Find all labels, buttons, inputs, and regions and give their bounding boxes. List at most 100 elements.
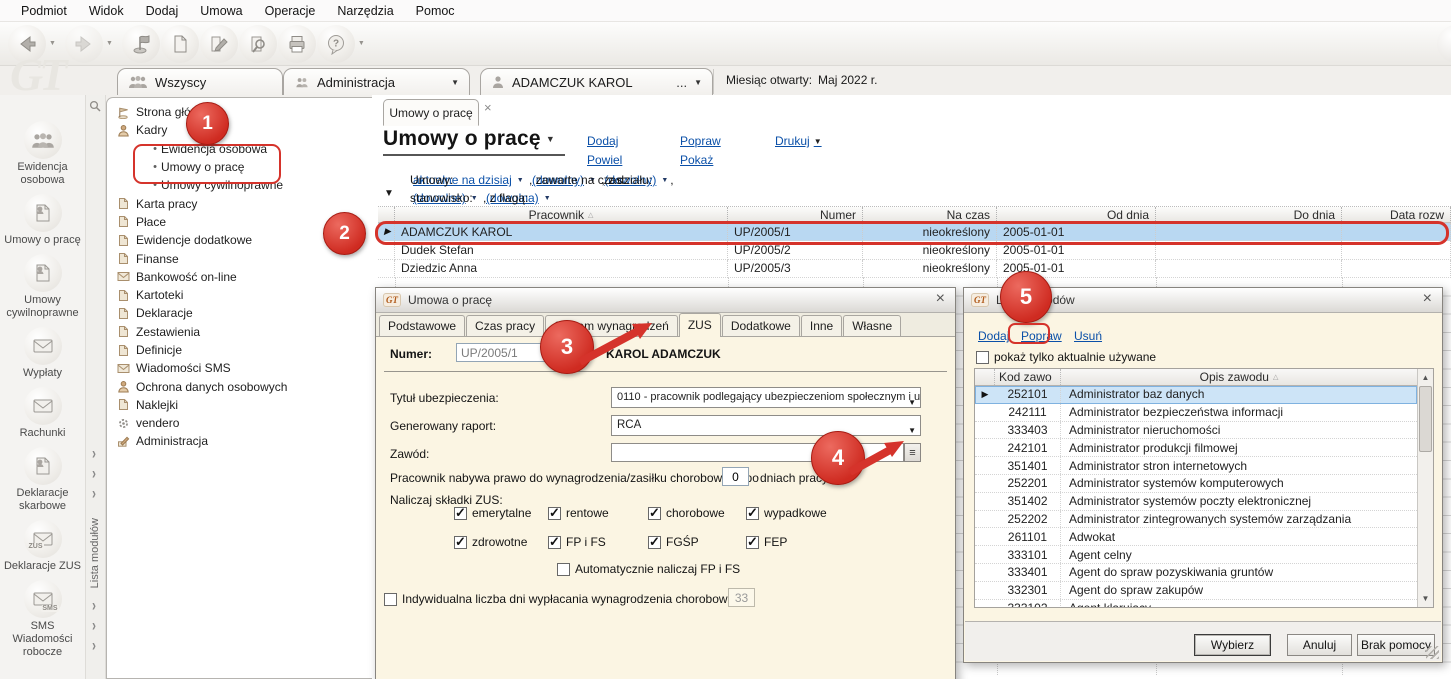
tab-administracja[interactable]: Administracja ▼ <box>283 68 470 95</box>
anuluj-button[interactable]: Anuluj <box>1287 634 1352 656</box>
tree-item[interactable]: Administracja <box>115 432 372 450</box>
filter-collapse-icon[interactable] <box>384 188 394 199</box>
tree-item[interactable]: Karta pracy <box>115 194 372 212</box>
tree-item[interactable]: Naklejki <box>115 396 372 414</box>
tree-item[interactable]: Deklaracje <box>115 304 372 322</box>
header-pracownik[interactable]: Pracownik <box>395 207 728 223</box>
profession-row[interactable]: 242101 Administrator produkcji filmowej <box>975 439 1417 457</box>
checkbox-icon[interactable] <box>548 507 561 520</box>
zawod-browse-button[interactable] <box>904 443 921 462</box>
forward-caret-icon[interactable]: ▼ <box>106 40 113 47</box>
header-od-dnia[interactable]: Od dnia <box>997 207 1156 223</box>
indywidualna-checkbox[interactable]: Indywidualna liczba dni wypłacania wynag… <box>384 592 751 606</box>
menu-item[interactable]: Podmiot <box>10 4 78 18</box>
menu-item[interactable]: Widok <box>78 4 135 18</box>
checkbox-icon[interactable] <box>548 536 561 549</box>
menu-item[interactable]: Operacje <box>254 4 327 18</box>
tree-item[interactable]: Ochrona danych osobowych <box>115 377 372 395</box>
raport-dropdown[interactable]: RCA <box>611 415 921 436</box>
profession-row[interactable]: 261101 Adwokat <box>975 528 1417 546</box>
tree-item[interactable]: vendero <box>115 414 372 432</box>
profession-row[interactable]: 333102 Agent klarujący <box>975 600 1417 608</box>
tab-dots[interactable]: ... <box>676 75 687 90</box>
module-item[interactable]: Umowy cywilnoprawne <box>1 254 85 320</box>
profession-row[interactable]: 351402 Administrator systemów poczty ele… <box>975 493 1417 511</box>
tree-item[interactable]: Kadry <box>115 121 372 139</box>
chevron-right-icon[interactable] <box>92 468 96 478</box>
auto-fp-fs-checkbox[interactable]: Automatycznie naliczaj FP i FS <box>557 562 740 576</box>
chevron-down-icon[interactable]: ▼ <box>451 78 459 87</box>
checkbox-icon[interactable] <box>384 593 397 606</box>
checkbox-icon[interactable] <box>976 351 989 364</box>
find-icon[interactable] <box>239 25 277 63</box>
checkbox-icon[interactable] <box>648 536 661 549</box>
scrollbar[interactable] <box>1417 369 1433 607</box>
drukuj-link[interactable]: Drukuj <box>775 134 822 148</box>
zus-checkbox-item[interactable]: FEP <box>746 535 856 549</box>
menu-item[interactable]: Umowa <box>189 4 253 18</box>
help-caret-icon[interactable]: ▼ <box>358 40 365 47</box>
header-opis-zawodu[interactable]: Opis zawodu <box>1061 369 1417 385</box>
chevron-right-icon[interactable] <box>92 488 96 498</box>
back-caret-icon[interactable]: ▼ <box>49 40 56 47</box>
lista-popraw-link[interactable]: Popraw <box>1021 329 1062 343</box>
help-icon[interactable]: ? <box>317 25 355 63</box>
profession-row[interactable]: 252202 Administrator zintegrowanych syst… <box>975 511 1417 529</box>
checkbox-icon[interactable] <box>746 536 759 549</box>
profession-row[interactable]: 332301 Agent do spraw zakupów <box>975 582 1417 600</box>
module-item[interactable]: Wypłaty <box>1 327 85 380</box>
popraw-link[interactable]: Popraw <box>680 134 721 148</box>
tree-item[interactable]: Umowy cywilnoprawne <box>115 176 372 194</box>
nabywa-days-field[interactable] <box>722 467 749 486</box>
flag-icon[interactable] <box>122 25 160 63</box>
pokaz-link[interactable]: Pokaż <box>680 153 713 167</box>
header-numer[interactable]: Numer <box>728 207 863 223</box>
zus-checkbox-item[interactable]: chorobowe <box>648 506 746 520</box>
header-na-czas[interactable]: Na czas <box>863 207 997 223</box>
dialog-tab[interactable]: Własne <box>843 315 901 336</box>
close-icon[interactable] <box>1423 290 1432 308</box>
checkbox-icon[interactable] <box>648 507 661 520</box>
forward-icon[interactable] <box>65 25 103 63</box>
module-item[interactable]: Umowy o pracę <box>1 194 85 247</box>
close-icon[interactable] <box>936 290 945 308</box>
print-icon[interactable] <box>278 25 316 63</box>
dodaj-link[interactable]: Dodaj <box>587 134 618 148</box>
table-row[interactable]: Dziedzic Anna UP/2005/3 nieokreślony 200… <box>378 260 1451 278</box>
tree-item[interactable]: Zestawienia <box>115 323 372 341</box>
resize-grip[interactable] <box>1426 646 1439 659</box>
dialog-title-bar[interactable]: GT Umowa o pracę <box>376 288 955 313</box>
header-kod-zawodu[interactable]: Kod zawo <box>995 369 1061 385</box>
profession-row[interactable]: 333403 Administrator nieruchomości <box>975 422 1417 440</box>
dialog-tab[interactable]: Inne <box>801 315 842 336</box>
page-title[interactable]: Umowy o pracę <box>383 127 565 156</box>
lista-dodaj-link[interactable]: Dodaj <box>978 329 1009 343</box>
zus-checkbox-item[interactable]: rentowe <box>548 506 648 520</box>
powiel-link[interactable]: Powiel <box>587 153 622 167</box>
module-item[interactable]: Ewidencja osobowa <box>1 121 85 187</box>
profession-row[interactable]: 333401 Agent do spraw pozyskiwania grunt… <box>975 564 1417 582</box>
tree-item[interactable]: Strona główna <box>115 103 372 121</box>
tab-adamczuk-karol[interactable]: ADAMCZUK KAROL ... ▼ <box>480 68 713 95</box>
scroll-down-icon[interactable] <box>1418 591 1433 606</box>
module-item[interactable]: Rachunki <box>1 387 85 440</box>
new-document-icon[interactable] <box>161 25 199 63</box>
checkbox-icon[interactable] <box>557 563 570 576</box>
header-data-rozw[interactable]: Data rozw <box>1342 207 1451 223</box>
brak-pomocy-button[interactable]: Brak pomocy <box>1357 634 1435 656</box>
dialog-tab[interactable]: Dodatkowe <box>722 315 800 336</box>
profession-row[interactable]: 242111 Administrator bezpieczeństwa info… <box>975 404 1417 422</box>
checkbox-icon[interactable] <box>746 507 759 520</box>
chevron-down-icon[interactable] <box>515 173 526 187</box>
menu-item[interactable]: Narzędzia <box>326 4 404 18</box>
menu-item[interactable]: Dodaj <box>135 4 190 18</box>
module-item[interactable]: Deklaracje ZUS <box>1 520 85 573</box>
tree-item[interactable]: Umowy o pracę <box>115 158 372 176</box>
zus-checkbox-item[interactable]: FP i FS <box>548 535 648 549</box>
profession-row[interactable]: 252101 Administrator baz danych <box>975 386 1417 404</box>
tree-item[interactable]: Bankowość on-line <box>115 268 372 286</box>
tytul-dropdown[interactable]: 0110 - pracownik podlegający ubezpieczen… <box>611 387 921 408</box>
dialog-tab[interactable]: ZUS <box>679 313 721 337</box>
tree-item[interactable]: Kartoteki <box>115 286 372 304</box>
zus-checkbox-item[interactable]: emerytalne <box>454 506 548 520</box>
